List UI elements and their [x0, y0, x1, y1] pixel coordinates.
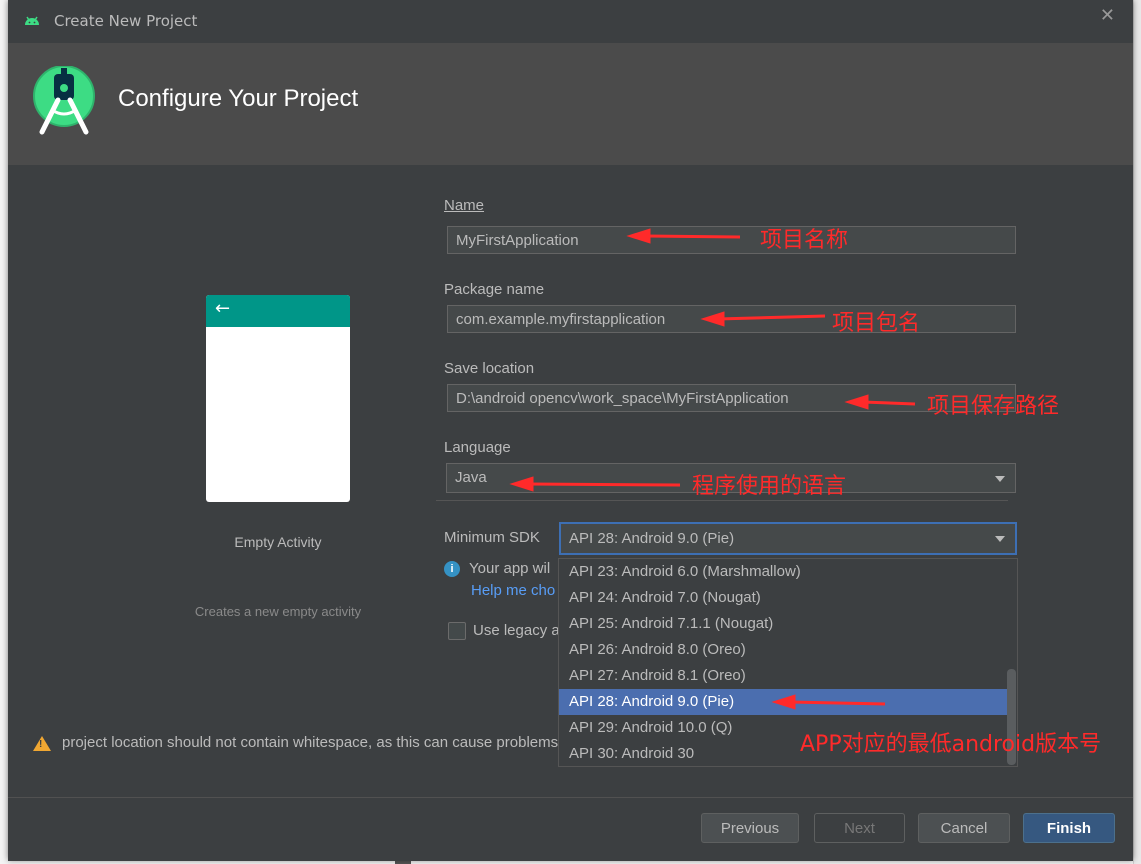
sdk-option[interactable]: API 24: Android 7.0 (Nougat)	[559, 585, 1007, 611]
divider	[436, 500, 1008, 501]
finish-button[interactable]: Finish	[1023, 813, 1115, 843]
min-sdk-value: API 28: Android 9.0 (Pie)	[569, 530, 735, 547]
annotation-language: 程序使用的语言	[692, 474, 847, 499]
annotation-name: 项目名称	[760, 228, 849, 253]
previous-button[interactable]: Previous	[701, 813, 799, 843]
preview-toolbar: ←	[206, 295, 350, 327]
chevron-down-icon	[995, 476, 1005, 482]
cancel-button[interactable]: Cancel	[918, 813, 1010, 843]
activity-preview: ←	[206, 295, 350, 502]
info-text: Your app wil	[469, 560, 551, 577]
android-studio-logo-icon	[33, 66, 95, 135]
background-left-edge	[0, 0, 8, 864]
min-sdk-select[interactable]: API 28: Android 9.0 (Pie)	[559, 522, 1017, 555]
annotation-package: 项目包名	[832, 311, 921, 336]
page-title: Configure Your Project	[118, 85, 359, 112]
name-label: Name	[444, 197, 485, 214]
sdk-option[interactable]: API 25: Android 7.1.1 (Nougat)	[559, 611, 1007, 637]
sdk-option-selected[interactable]: API 28: Android 9.0 (Pie)	[559, 689, 1007, 715]
language-value: Java	[455, 469, 487, 486]
warning-text: project location should not contain whit…	[62, 734, 558, 751]
package-label: Package name	[444, 281, 545, 298]
window-title: Create New Project	[54, 12, 198, 30]
help-me-choose-link[interactable]: Help me cho	[471, 582, 555, 599]
language-label: Language	[444, 439, 511, 456]
android-icon	[25, 16, 39, 25]
annotation-sdk: APP对应的最低android版本号	[800, 732, 1102, 757]
close-icon[interactable]: ✕	[1100, 5, 1115, 26]
dialog-header: Configure Your Project	[8, 43, 1133, 165]
legacy-checkbox-label: Use legacy a	[473, 622, 560, 639]
save-location-label: Save location	[444, 360, 535, 377]
info-icon: i	[444, 561, 460, 577]
name-input[interactable]: MyFirstApplication	[447, 226, 1016, 254]
min-sdk-label: Minimum SDK	[444, 529, 540, 546]
back-arrow-icon: ←	[215, 298, 231, 319]
next-button[interactable]: Next	[814, 813, 905, 843]
activity-label: Empty Activity	[234, 534, 322, 550]
warning-icon-mark: !	[39, 739, 43, 750]
background-right-edge	[1133, 0, 1141, 864]
title-bar: Create New Project ✕	[8, 0, 1133, 44]
sdk-option[interactable]: API 23: Android 6.0 (Marshmallow)	[559, 559, 1007, 585]
activity-description: Creates a new empty activity	[194, 604, 362, 619]
package-input[interactable]: com.example.myfirstapplication	[447, 305, 1016, 333]
legacy-checkbox[interactable]	[448, 622, 466, 640]
sdk-option[interactable]: API 26: Android 8.0 (Oreo)	[559, 637, 1007, 663]
sdk-option[interactable]: API 27: Android 8.1 (Oreo)	[559, 663, 1007, 689]
chevron-down-icon	[995, 536, 1005, 542]
annotation-location: 项目保存路径	[927, 394, 1060, 419]
dialog-footer: Previous Next Cancel Finish	[8, 797, 1133, 861]
